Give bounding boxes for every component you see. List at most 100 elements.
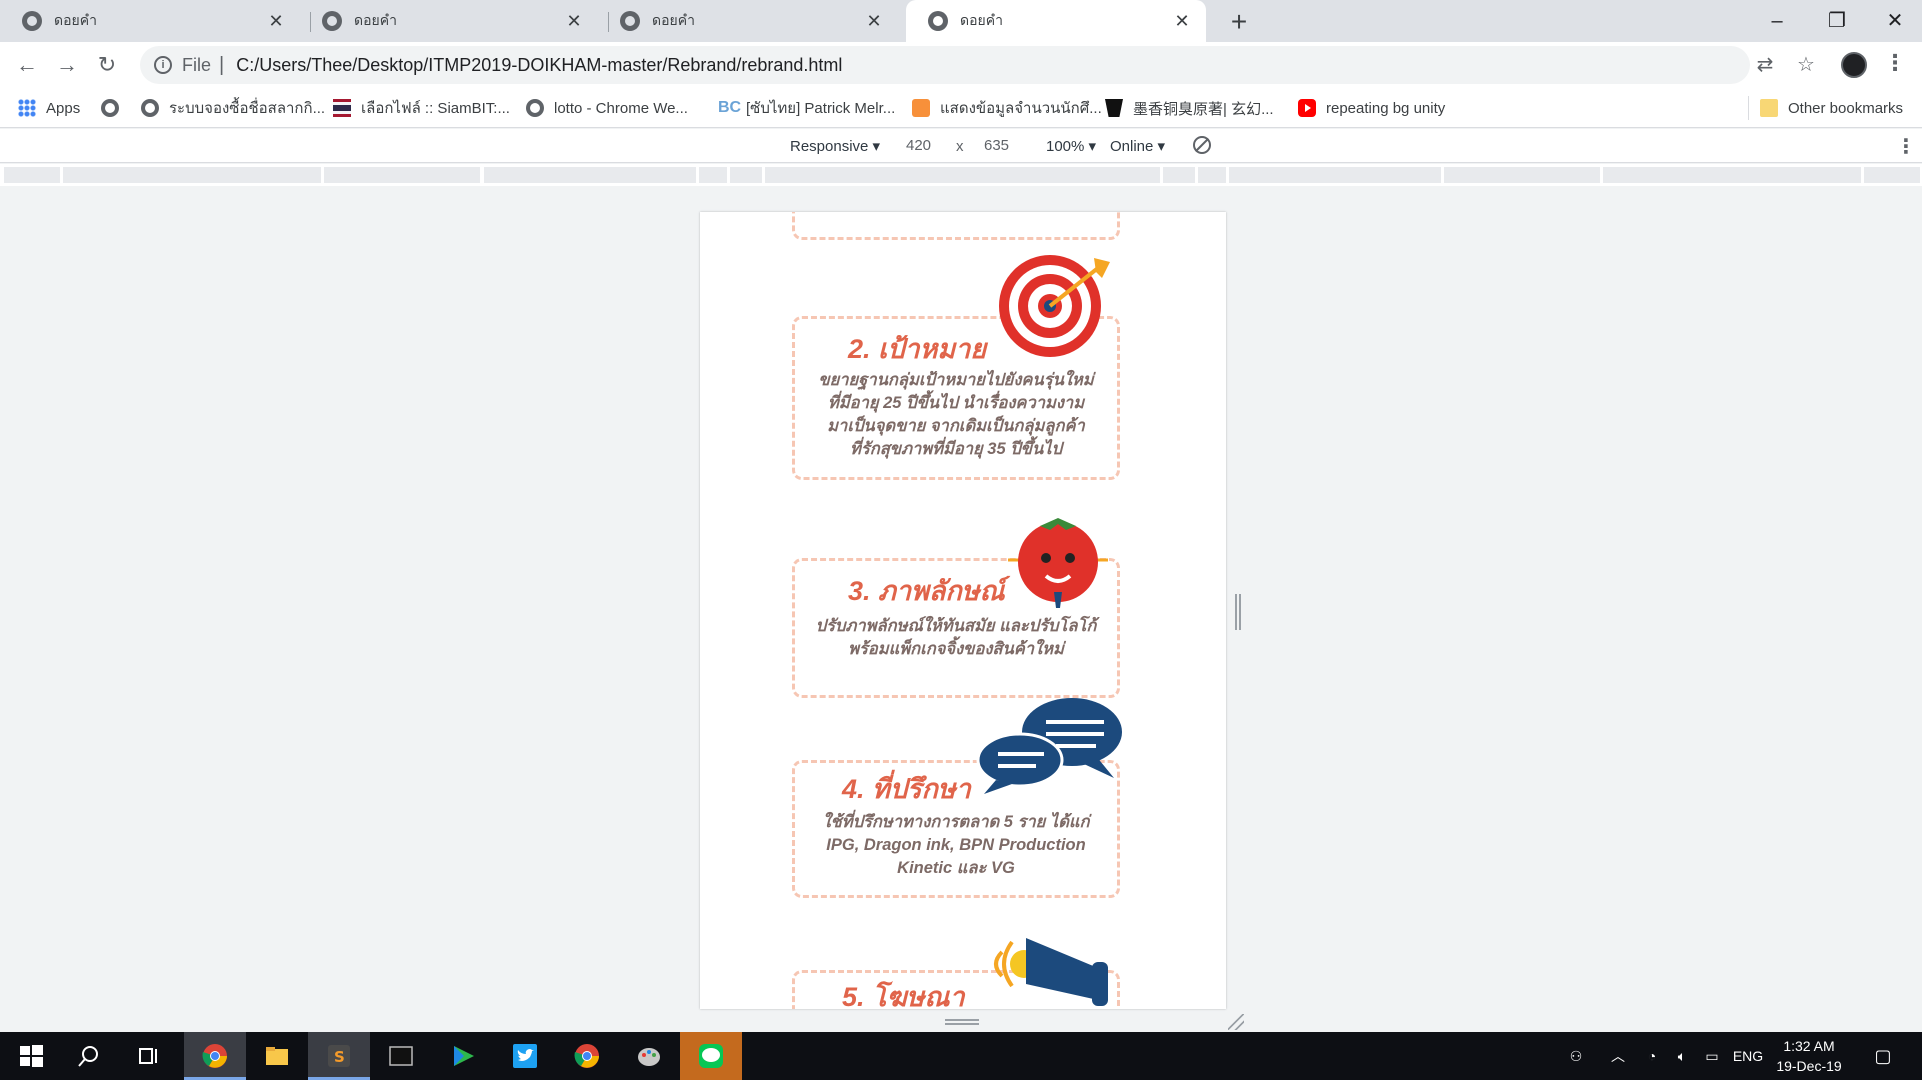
taskbar-twitter[interactable] [494, 1032, 556, 1080]
bookmark-globe[interactable] [101, 96, 129, 120]
taskbar-sublime[interactable]: S [308, 1032, 370, 1080]
media-query-segment[interactable] [63, 167, 321, 183]
media-query-segment[interactable] [1229, 167, 1441, 183]
device-options-icon[interactable]: ⋮ [1896, 134, 1916, 159]
close-tab-icon[interactable]: ✕ [1172, 11, 1192, 32]
media-query-segment[interactable] [765, 167, 1160, 183]
forward-button[interactable]: → [50, 48, 84, 82]
media-query-segment[interactable] [4, 167, 60, 183]
svg-text:S: S [334, 1048, 345, 1066]
rotate-icon[interactable] [1193, 136, 1211, 154]
volume-icon[interactable]: 🔈︎ [1668, 1032, 1696, 1080]
input-language[interactable]: ENG [1730, 1032, 1766, 1080]
close-tab-icon[interactable]: ✕ [564, 11, 584, 32]
battery-icon[interactable]: ▭ [1698, 1032, 1726, 1080]
media-query-segment[interactable] [1198, 167, 1226, 183]
minimize-button[interactable]: – [1748, 4, 1806, 38]
resize-handle-bottom[interactable] [945, 1019, 979, 1025]
card-image-heading: 3. ภาพลักษณ์ [848, 576, 1005, 606]
megaphone-icon [994, 938, 1108, 1006]
taskbar-line[interactable] [680, 1032, 742, 1080]
taskbar-terminal[interactable] [370, 1032, 432, 1080]
media-query-segment[interactable] [484, 167, 696, 183]
taskbar-media-player[interactable] [432, 1032, 494, 1080]
start-button[interactable] [0, 1032, 62, 1080]
info-icon[interactable]: i [154, 56, 172, 74]
media-query-segment[interactable] [1603, 167, 1861, 183]
close-tab-icon[interactable]: ✕ [864, 11, 884, 32]
tab-3[interactable]: ดอยคำ ✕ [598, 0, 898, 42]
zoom-select[interactable]: 100% ▾ [1046, 137, 1096, 155]
system-clock[interactable]: 1:32 AM 19-Dec-19 [1764, 1036, 1854, 1076]
people-icon[interactable]: ⚇ [1562, 1032, 1590, 1080]
viewport-width-input[interactable]: 420 [900, 133, 952, 159]
media-query-segment[interactable] [730, 167, 762, 183]
viewport-height-input[interactable]: 635 [978, 133, 1030, 159]
tab-title: ดอยคำ [960, 12, 1003, 28]
tab-2[interactable]: ดอยคำ ✕ [300, 0, 598, 42]
close-tab-icon[interactable]: ✕ [266, 11, 286, 32]
bookmark-label: lotto - Chrome We... [554, 99, 688, 117]
chrome-menu-icon[interactable]: ⋮ [1884, 50, 1906, 76]
bookmark-apps[interactable]: Apps [18, 96, 80, 120]
resize-handle-right[interactable] [1235, 594, 1241, 630]
globe-icon [322, 11, 342, 31]
bookmark-label: ระบบจองซื้อชื่อสลากกิ... [169, 100, 326, 117]
taskbar-chrome-active[interactable] [184, 1032, 246, 1080]
close-window-button[interactable]: ✕ [1866, 4, 1922, 38]
media-query-segment[interactable] [1163, 167, 1195, 183]
throttle-select[interactable]: Online ▾ [1110, 137, 1165, 155]
taskbar-chrome-2[interactable] [556, 1032, 618, 1080]
card-1-remnant [792, 212, 1120, 240]
new-tab-button[interactable]: + [1224, 6, 1254, 38]
device-select[interactable]: Responsive ▾ [790, 137, 880, 155]
bookmark-youtube[interactable]: repeating bg unity [1298, 96, 1445, 120]
media-query-bar [0, 164, 1922, 186]
folder-icon [1760, 99, 1778, 117]
media-query-segment[interactable] [699, 167, 727, 183]
bookmark-novel[interactable]: 墨香铜臭原著| 玄幻... [1105, 96, 1274, 120]
media-query-segment[interactable] [1864, 167, 1920, 183]
globe-icon [141, 99, 159, 117]
bookmark-label: เลือกไฟล์ :: SiamBIT:... [361, 100, 510, 117]
bookmark-label: repeating bg unity [1326, 99, 1446, 117]
back-button[interactable]: ← [10, 48, 44, 82]
restore-button[interactable]: ❐ [1808, 4, 1866, 38]
search-button[interactable] [58, 1032, 120, 1080]
bookmark-lotto[interactable]: lotto - Chrome We... [526, 96, 688, 120]
other-bookmarks[interactable]: Other bookmarks [1760, 96, 1903, 120]
bookmark-students[interactable]: แสดงข้อมูลจำนวนนักศึ... [912, 96, 1102, 120]
notifications-icon[interactable]: ▢ [1868, 1032, 1898, 1080]
url-separator: | [219, 53, 225, 76]
media-query-segment[interactable] [1444, 167, 1600, 183]
bookmark-patrick[interactable]: BC [ซับไทย] Patrick Melr... [718, 96, 895, 120]
chevron-up-icon[interactable]: ︿ [1604, 1032, 1632, 1080]
windows-taskbar: S ⚇ ︿ ◔ 🔈︎ ▭ ENG 1:32 AM 19-Dec-19 ▢ [0, 1032, 1922, 1080]
bookmark-label: 墨香铜臭原著| 玄幻... [1133, 100, 1274, 118]
bookmark-lottery[interactable]: ระบบจองซื้อชื่อสลากกิ... [141, 96, 325, 120]
taskbar-paint[interactable] [618, 1032, 680, 1080]
profile-avatar[interactable] [1841, 52, 1867, 78]
task-view-button[interactable] [118, 1032, 180, 1080]
task-view-icon [139, 1048, 157, 1064]
chrome-icon [574, 1044, 599, 1068]
translate-icon[interactable]: ⇄ [1750, 50, 1780, 80]
bookmark-label: Other bookmarks [1788, 99, 1904, 117]
wifi-icon[interactable]: ◔ [1638, 1032, 1666, 1080]
youtube-icon [1298, 99, 1316, 117]
resize-handle-corner[interactable] [1228, 1014, 1244, 1030]
card-image-body: ปรับภาพลักษณ์ให้ทันสมัย และปรับโลโก้ พร้… [815, 617, 1097, 658]
bookmarks-bar: Apps ระบบจองซื้อชื่อสลากกิ... เลือกไฟล์ … [0, 88, 1922, 128]
star-icon[interactable]: ☆ [1791, 50, 1821, 80]
bookmark-siambit[interactable]: เลือกไฟล์ :: SiamBIT:... [333, 96, 510, 120]
reload-button[interactable]: ↻ [90, 48, 124, 82]
url-text[interactable]: C:/Users/Thee/Desktop/ITMP2019-DOIKHAM-m… [236, 55, 842, 76]
tab-1[interactable]: ดอยคำ ✕ [0, 0, 300, 42]
address-bar[interactable]: i File | C:/Users/Thee/Desktop/ITMP2019-… [140, 46, 1750, 84]
tab-4-active[interactable]: ดอยคำ ✕ [906, 0, 1206, 42]
globe-icon [22, 11, 42, 31]
emulated-page[interactable]: 2. เป้าหมาย ขยายฐานกลุ่มเป้าหมายไปยังคนร… [700, 212, 1226, 1009]
taskbar-file-explorer[interactable] [246, 1032, 308, 1080]
bookmarks-divider [1748, 96, 1749, 120]
media-query-segment[interactable] [324, 167, 480, 183]
